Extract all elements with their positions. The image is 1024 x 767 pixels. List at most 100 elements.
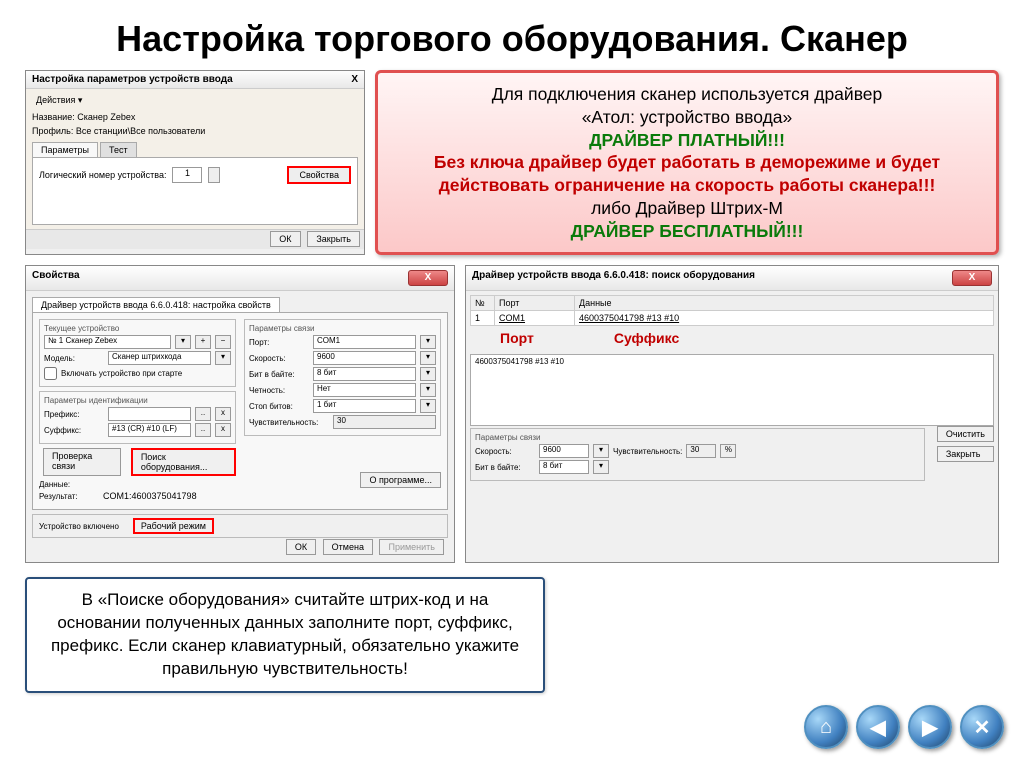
clear-button[interactable]: x (215, 423, 231, 437)
speed-select[interactable]: 9600 (539, 444, 589, 458)
dialog-title: Свойства (32, 270, 80, 286)
data-list[interactable]: 4600375041798 #13 #10 (470, 354, 994, 426)
clear-button[interactable]: Очистить (937, 426, 994, 442)
dropdown-icon[interactable]: ▾ (420, 367, 436, 381)
port-label: Порт: (249, 338, 309, 347)
startup-label: Включать устройство при старте (61, 369, 182, 378)
edit-button[interactable]: .. (195, 407, 211, 421)
nav-buttons: ⌂ ◀ ▶ ✕ (804, 705, 1004, 749)
startup-checkbox[interactable] (44, 367, 57, 380)
port-select[interactable]: COM1 (313, 335, 416, 349)
model-label: Модель: (44, 354, 104, 363)
search-table: №ПортДанные 1COM14600375041798 #13 #10 (470, 295, 994, 326)
add-button[interactable]: + (195, 335, 211, 349)
dropdown-icon[interactable]: ▾ (215, 351, 231, 365)
bits-select[interactable]: 8 бит (539, 460, 589, 474)
device-select[interactable]: № 1 Сканер Zebex (44, 335, 171, 349)
device-on-label: Устройство включено (39, 522, 119, 531)
prefix-label: Префикс: (44, 410, 104, 419)
actions-menu[interactable]: Действия ▾ (32, 94, 86, 106)
ok-button[interactable]: ОК (270, 231, 300, 247)
dropdown-icon[interactable]: ▾ (420, 351, 436, 365)
bits-select[interactable]: 8 бит (313, 367, 416, 381)
parity-select[interactable]: Нет (313, 383, 416, 397)
parity-label: Четность: (249, 386, 309, 395)
spinner-icon[interactable] (208, 167, 220, 183)
profile-value: Все станции\Все пользователи (76, 126, 205, 136)
apply-button: Применить (379, 539, 444, 555)
name-value: Сканер Zebex (77, 112, 135, 122)
ok-button[interactable]: ОК (286, 539, 316, 555)
cell-data: 4600375041798 #13 #10 (575, 311, 994, 326)
speed-label: Скорость: (475, 447, 535, 456)
back-button[interactable]: ◀ (856, 705, 900, 749)
properties-button[interactable]: Свойства (287, 166, 351, 184)
result-label: Результат: (39, 492, 99, 501)
workmode-button[interactable]: Рабочий режим (133, 518, 214, 534)
stopbits-label: Стоп битов: (249, 402, 309, 411)
dropdown-icon[interactable]: ▾ (420, 383, 436, 397)
exit-button[interactable]: ✕ (960, 705, 1004, 749)
info-warning: Без ключа драйвер будет работать в демор… (392, 151, 982, 197)
col-data: Данные (575, 296, 994, 311)
name-label: Название: (32, 112, 75, 122)
info-line: Для подключения сканер используется драй… (392, 83, 982, 106)
suffix-input[interactable]: #13 (CR) #10 (LF) (108, 423, 191, 437)
search-equipment-button[interactable]: Поиск оборудования... (131, 448, 236, 476)
fieldset-conn: Параметры связи (475, 433, 920, 442)
model-select[interactable]: Сканер штрихкода (108, 351, 211, 365)
result-value: COM1:4600375041798 (103, 491, 197, 501)
about-button[interactable]: О программе... (360, 472, 441, 488)
cell-port: COM1 (495, 311, 575, 326)
col-port: Порт (495, 296, 575, 311)
info-free: ДРАЙВЕР БЕСПЛАТНЫЙ!!! (392, 220, 982, 243)
tab-test[interactable]: Тест (100, 142, 137, 157)
dialog-title: Настройка параметров устройств ввода (32, 74, 233, 85)
col-n: № (471, 296, 495, 311)
speed-select[interactable]: 9600 (313, 351, 416, 365)
remove-button[interactable]: − (215, 335, 231, 349)
fieldset-ident: Параметры идентификации (44, 396, 231, 405)
dropdown-icon[interactable]: ▾ (420, 399, 436, 413)
tab-driver[interactable]: Драйвер устройств ввода 6.6.0.418: настр… (32, 297, 280, 312)
stopbits-select[interactable]: 1 бит (313, 399, 416, 413)
tab-params[interactable]: Параметры (32, 142, 98, 157)
dropdown-icon[interactable]: ▾ (420, 335, 436, 349)
suffix-label: Суффикс: (44, 426, 104, 435)
close-button[interactable]: Закрыть (307, 231, 360, 247)
percent-icon[interactable]: % (720, 444, 736, 458)
dropdown-icon[interactable]: ▾ (175, 335, 191, 349)
annotation-port: Порт (500, 330, 534, 346)
logical-num-label: Логический номер устройства: (39, 170, 166, 180)
close-icon[interactable]: X (952, 270, 992, 286)
table-row[interactable]: 1COM14600375041798 #13 #10 (471, 311, 994, 326)
sens-input: 30 (686, 444, 716, 458)
home-button[interactable]: ⌂ (804, 705, 848, 749)
close-icon[interactable]: X (408, 270, 448, 286)
bits-label: Бит в байте: (249, 370, 309, 379)
prefix-input[interactable] (108, 407, 191, 421)
annotation-suffix: Суффикс (614, 330, 679, 346)
speed-label: Скорость: (249, 354, 309, 363)
forward-button[interactable]: ▶ (908, 705, 952, 749)
logical-num-input[interactable]: 1 (172, 167, 202, 183)
dialog-properties: Свойства X Драйвер устройств ввода 6.6.0… (25, 265, 455, 563)
cancel-button[interactable]: Отмена (323, 539, 373, 555)
dropdown-icon[interactable]: ▾ (593, 460, 609, 474)
close-icon[interactable]: X (351, 74, 358, 85)
close-button[interactable]: Закрыть (937, 446, 994, 462)
dialog-titlebar: Настройка параметров устройств ввода X (26, 71, 364, 89)
info-line: «Атол: устройство ввода» (392, 106, 982, 129)
fieldset-conn: Параметры связи (249, 324, 436, 333)
slide-title: Настройка торгового оборудования. Сканер (0, 0, 1024, 70)
dialog-settings: Настройка параметров устройств ввода X Д… (25, 70, 365, 255)
profile-label: Профиль: (32, 126, 73, 136)
info-line: либо Драйвер Штрих-М (392, 197, 982, 220)
edit-button[interactable]: .. (195, 423, 211, 437)
fieldset-current-device: Текущее устройство (44, 324, 231, 333)
dropdown-icon[interactable]: ▾ (593, 444, 609, 458)
clear-button[interactable]: x (215, 407, 231, 421)
instruction-note: В «Поиске оборудования» считайте штрих-к… (25, 577, 545, 693)
check-conn-button[interactable]: Проверка связи (43, 448, 121, 476)
bits-label: Бит в байте: (475, 463, 535, 472)
